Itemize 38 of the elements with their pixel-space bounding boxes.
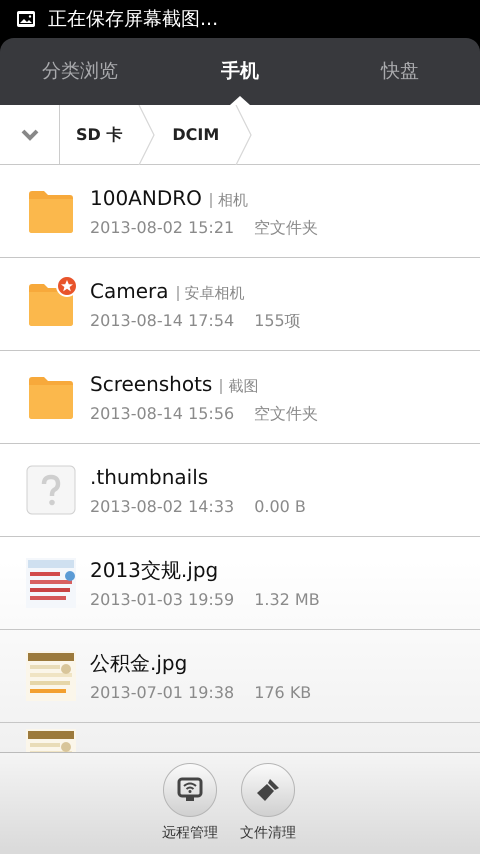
file-name: 100ANDRO xyxy=(90,184,202,212)
file-tag: 截图 xyxy=(220,378,258,394)
file-row[interactable]: Screenshots 截图 2013-08-14 15:56 空文件夹 xyxy=(0,351,480,444)
file-row[interactable]: 2013交规.jpg 2013-01-03 19:59 1.32 MB xyxy=(0,537,480,630)
separator-icon xyxy=(235,105,254,165)
file-info: 176 KB xyxy=(254,682,312,704)
separator-icon xyxy=(138,105,156,165)
tab[interactable]: 分类浏览 xyxy=(0,38,160,105)
unknown-file-icon xyxy=(26,465,76,515)
file-row[interactable]: 100ANDRO 相机 2013-08-02 15:21 空文件夹 xyxy=(0,165,480,258)
tab[interactable]: 快盘 xyxy=(320,38,480,105)
file-date: 2013-01-03 19:59 xyxy=(90,588,234,610)
file-date: 2013-08-14 15:56 xyxy=(90,402,234,424)
file-row[interactable]: Camera 安卓相机 2013-08-14 17:54 155项 xyxy=(0,258,480,351)
breadcrumb-item[interactable]: DCIM xyxy=(156,105,236,164)
file-info: 1.32 MB xyxy=(254,588,320,610)
file-date: 2013-08-02 15:21 xyxy=(90,216,234,238)
file-date: 2013-08-02 14:33 xyxy=(90,496,234,518)
file-info: 空文件夹 xyxy=(254,216,318,238)
file-info: 空文件夹 xyxy=(254,402,318,424)
file-tag: 安卓相机 xyxy=(176,286,244,300)
file-name: 2013交规.jpg xyxy=(90,556,218,584)
file-date: 2013-07-01 19:38 xyxy=(90,682,234,704)
file-name: 公积金.jpg xyxy=(90,650,188,676)
file-row[interactable]: 公积金.jpg 2013-07-01 19:38 176 KB xyxy=(0,630,480,723)
file-row[interactable]: .thumbnails 2013-08-02 14:33 0.00 B xyxy=(0,444,480,537)
file-info: 0.00 B xyxy=(254,496,306,518)
file-name: Screenshots xyxy=(90,370,212,398)
file-tag: 相机 xyxy=(210,192,248,208)
file-name: Camera xyxy=(90,278,168,304)
image-icon xyxy=(16,10,36,28)
file-info: 155项 xyxy=(254,310,301,332)
file-date: 2013-08-14 17:54 xyxy=(90,310,234,332)
file-name: .thumbnails xyxy=(90,464,208,490)
chevron-down-icon xyxy=(20,128,38,140)
notification-text: 正在保存屏幕截图... xyxy=(48,6,218,32)
breadcrumb-item[interactable]: SD 卡 xyxy=(60,105,138,164)
monitor-wifi-icon xyxy=(176,776,204,804)
